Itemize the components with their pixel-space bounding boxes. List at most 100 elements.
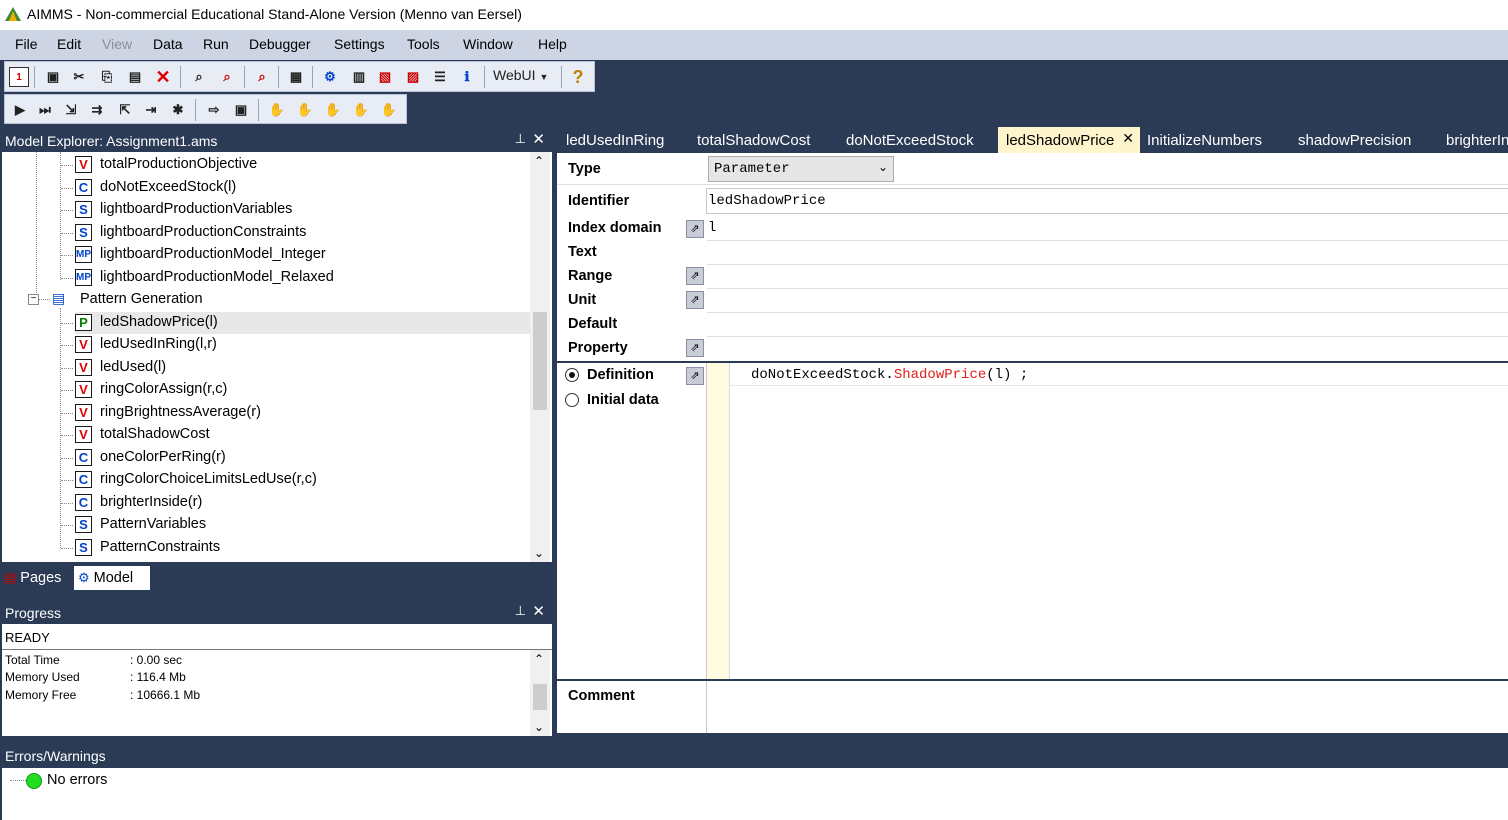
chevron-down-icon[interactable]: ⌄ (534, 720, 544, 734)
hand-icon[interactable]: ✋ (267, 100, 287, 120)
chevron-down-icon[interactable]: ⌄ (534, 546, 544, 560)
delete-icon[interactable]: ✕ (153, 67, 173, 87)
tree-item-selected[interactable]: P ledShadowPrice(l) (61, 312, 530, 334)
toggle-breakpoint-icon[interactable]: ✱ (168, 100, 188, 120)
tree-item-label: ringColorChoiceLimitsLedUse(r,c) (100, 471, 317, 487)
menu-tools[interactable]: Tools (407, 36, 440, 52)
cut-icon[interactable]: ✂ (69, 67, 89, 87)
menu-builder-icon[interactable]: ☰ (430, 67, 450, 87)
menu-settings[interactable]: Settings (334, 36, 385, 52)
scrollbar-thumb[interactable] (533, 684, 547, 710)
properties-icon[interactable]: ▦ (286, 67, 306, 87)
tab-brighterinside[interactable]: brighterIn (1446, 127, 1508, 153)
hand-pause-icon[interactable]: ✋ (351, 100, 371, 120)
menu-view[interactable]: View (102, 36, 132, 52)
chevron-up-icon[interactable]: ⌃ (534, 652, 544, 666)
tab-shadowprecision[interactable]: shadowPrecision (1298, 127, 1411, 153)
save-all-icon[interactable]: ▣ (43, 67, 63, 87)
tree-item[interactable]: V ledUsed(l) (61, 357, 535, 379)
identifier-input[interactable]: ledShadowPrice (706, 188, 1508, 214)
tree-item[interactable]: S lightboardProductionConstraints (61, 222, 535, 244)
tree-item[interactable]: V totalProductionObjective (61, 154, 535, 176)
tab-model[interactable]: ⚙ Model (74, 566, 150, 590)
tab-ledshadowprice[interactable]: ledShadowPrice ✕ (998, 127, 1140, 153)
tree-item[interactable]: S PatternConstraints (61, 537, 535, 559)
tree-item[interactable]: C oneColorPerRing(r) (61, 447, 535, 469)
tree-item[interactable]: S lightboardProductionVariables (61, 199, 535, 221)
tree-item[interactable]: MP lightboardProductionModel_Relaxed (61, 267, 535, 289)
calendar-icon[interactable]: 1 (9, 67, 29, 87)
menu-help[interactable]: Help (538, 36, 567, 52)
tab-pages[interactable]: ▤ Pages (4, 566, 72, 590)
tab-totalshadowcost[interactable]: totalShadowCost (697, 127, 810, 153)
menu-run[interactable]: Run (203, 36, 229, 52)
tree-item[interactable]: V ledUsedInRing(l,r) (61, 334, 535, 356)
step-into-icon[interactable]: ⇲ (61, 100, 81, 120)
help-icon[interactable]: ? (568, 67, 588, 87)
data-manager-icon[interactable]: ℹ (457, 67, 477, 87)
run-to-cursor-icon[interactable]: ⇥ (141, 100, 161, 120)
tree-item[interactable]: S PatternVariables (61, 514, 535, 536)
tree-item[interactable]: C doNotExceedStock(l) (61, 177, 535, 199)
close-icon[interactable]: ✕ (532, 602, 545, 620)
find-icon[interactable]: ⌕ (189, 67, 209, 87)
hand-release-icon[interactable]: ✋ (379, 100, 399, 120)
step-out-icon[interactable]: ⇱ (115, 100, 135, 120)
find-in-model-icon[interactable]: ⌕ (252, 67, 272, 87)
tab-initializenumbers[interactable]: InitializeNumbers (1147, 127, 1262, 153)
type-select[interactable]: Parameter ⌄ (708, 156, 894, 182)
close-tab-icon[interactable]: ✕ (1122, 130, 1134, 147)
progress-scrollbar[interactable]: ⌃ ⌄ (530, 650, 550, 736)
wizard-icon[interactable]: ⇗ (686, 339, 704, 357)
menu-window[interactable]: Window (463, 36, 513, 52)
model-explorer-icon[interactable]: ⚙ (320, 67, 340, 87)
wizard-icon[interactable]: ⇗ (686, 220, 704, 238)
tree-item-label: totalProductionObjective (100, 156, 258, 172)
call-stack-icon[interactable]: ▣ (231, 100, 251, 120)
menu-debugger[interactable]: Debugger (249, 36, 311, 52)
radio-unchecked-icon (565, 393, 579, 407)
tree-item-label: ledShadowPrice(l) (100, 314, 218, 330)
template-manager-icon[interactable]: ▨ (403, 67, 423, 87)
page-manager-icon[interactable]: ▧ (375, 67, 395, 87)
comment-input[interactable] (706, 681, 1508, 733)
hand-halt-icon[interactable]: ✋ (323, 100, 343, 120)
close-icon[interactable]: ✕ (532, 130, 545, 148)
hand-stop-icon[interactable]: ✋ (295, 100, 315, 120)
wizard-icon[interactable]: ⇗ (686, 267, 704, 285)
definition-editor[interactable]: doNotExceedStock.ShadowPrice(l) ; (706, 363, 1508, 679)
copy-icon[interactable]: ⎘ (97, 67, 117, 87)
tree-section[interactable]: − ▤ Pattern Generation (28, 289, 535, 311)
menu-edit[interactable]: Edit (57, 36, 81, 52)
initial-data-label: Initial data (587, 392, 659, 408)
tree-item[interactable]: C ringColorChoiceLimitsLedUse(r,c) (61, 469, 535, 491)
tree-item[interactable]: V ringBrightnessAverage(r) (61, 402, 535, 424)
variable-icon: V (75, 156, 92, 173)
identifier-selector-icon[interactable]: ▥ (349, 67, 369, 87)
tree-item[interactable]: C brighterInside(r) (61, 492, 535, 514)
tree-item-label: totalShadowCost (100, 426, 210, 442)
attribute-form: Type Parameter ⌄ Identifier ledShadowPri… (557, 153, 1508, 737)
next-statement-icon[interactable]: ⇨ (204, 100, 224, 120)
webui-dropdown[interactable]: WebUI ▼ (493, 67, 548, 83)
tab-label: shadowPrecision (1298, 131, 1412, 149)
step-over-icon[interactable]: ⇉ (87, 100, 107, 120)
pin-icon[interactable]: ⊥ (515, 131, 526, 147)
pin-icon[interactable]: ⊥ (515, 603, 526, 619)
step-icon[interactable]: ⏭ (35, 100, 55, 120)
wizard-icon[interactable]: ⇗ (686, 291, 704, 309)
tree-item[interactable]: V ringColorAssign(r,c) (61, 379, 535, 401)
index-domain-value[interactable]: l (708, 220, 716, 242)
menu-file[interactable]: File (15, 36, 38, 52)
paste-icon[interactable]: ▤ (125, 67, 145, 87)
run-icon[interactable]: ▶ (10, 100, 30, 120)
menu-data[interactable]: Data (153, 36, 183, 52)
tree-item[interactable]: V totalShadowCost (61, 424, 535, 446)
tree-item[interactable]: MP lightboardProductionModel_Integer (61, 244, 535, 266)
tab-ledusedinring[interactable]: ledUsedInRing (566, 127, 664, 153)
find-replace-icon[interactable]: ⌕ (217, 67, 237, 87)
tab-donotexceedstock[interactable]: doNotExceedStock (846, 127, 974, 153)
chevron-up-icon[interactable]: ⌃ (534, 154, 544, 168)
wizard-icon[interactable]: ⇗ (686, 367, 704, 385)
scrollbar-thumb[interactable] (533, 312, 547, 410)
